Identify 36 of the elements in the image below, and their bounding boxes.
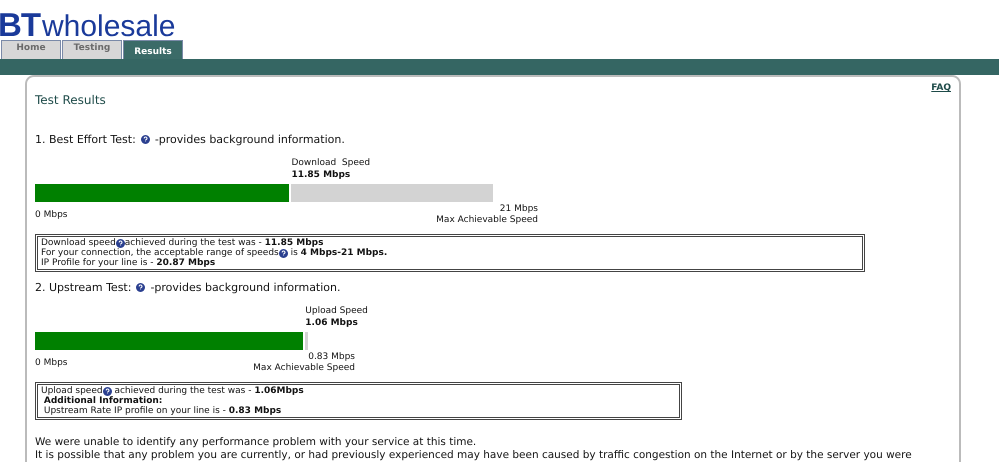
section-heading: 1. Best Effort Test: — [35, 133, 136, 146]
info-text: is 4 Mbps-21 Mbps. — [290, 248, 388, 258]
help-icon[interactable] — [278, 248, 288, 258]
page-title: Test Results — [35, 93, 106, 107]
scale-max-label: Max Achievable Speed — [436, 215, 538, 226]
faq-link[interactable]: FAQ — [931, 83, 951, 107]
info-text: Upload speed — [41, 386, 103, 396]
tab[interactable]: Testing — [62, 40, 122, 59]
speed-label: Download Speed — [291, 157, 370, 169]
heading-note: -provides background information. — [154, 133, 345, 146]
tab[interactable]: Home — [1, 40, 61, 59]
info-text: IP Profile for your line is - 20.87 Mbps — [41, 258, 216, 268]
scale-max-label: Max Achievable Speed — [253, 363, 355, 374]
section-heading: 2. Upstream Test: — [35, 281, 132, 294]
tab[interactable]: Results — [123, 40, 183, 59]
help-icon[interactable] — [140, 135, 150, 144]
speed-label: Upload Speed — [305, 305, 368, 317]
result-message: It is possible that any problem you are currently, or had previously experienced may have been caused by traffic congestion on the Internet or by the server you were — [35, 449, 913, 462]
info-text: Upstream Rate IP profile on your line is - 0.83 Mbps — [42, 406, 282, 416]
speed-value: 1.06 Mbps — [305, 317, 359, 329]
info-text: Additional Information: — [42, 396, 162, 406]
info-text: Download speed — [41, 238, 116, 248]
info-text: achieved during the test was - 1.06Mbps — [113, 386, 304, 396]
result-message: We were unable to identify any performance problem with your service at this time. — [35, 436, 478, 449]
scale-min-label: 0 Mbps — [35, 210, 68, 222]
speed-value: 11.85 Mbps — [291, 169, 352, 181]
heading-note: -provides background information. — [150, 281, 340, 294]
help-icon[interactable] — [136, 283, 146, 292]
scale-max-value: 21 Mbps — [498, 204, 538, 215]
help-icon[interactable] — [102, 386, 112, 396]
info-text: For your connection, the acceptable range of speeds — [41, 248, 279, 258]
info-text: achieved during the test was - 11.85 Mbps — [124, 238, 324, 248]
scale-min-label: 0 Mbps — [35, 358, 68, 370]
logo: BTwholesale — [0, 12, 176, 40]
scale-max-value: 0.83 Mbps — [307, 352, 355, 363]
help-icon[interactable] — [116, 238, 125, 248]
